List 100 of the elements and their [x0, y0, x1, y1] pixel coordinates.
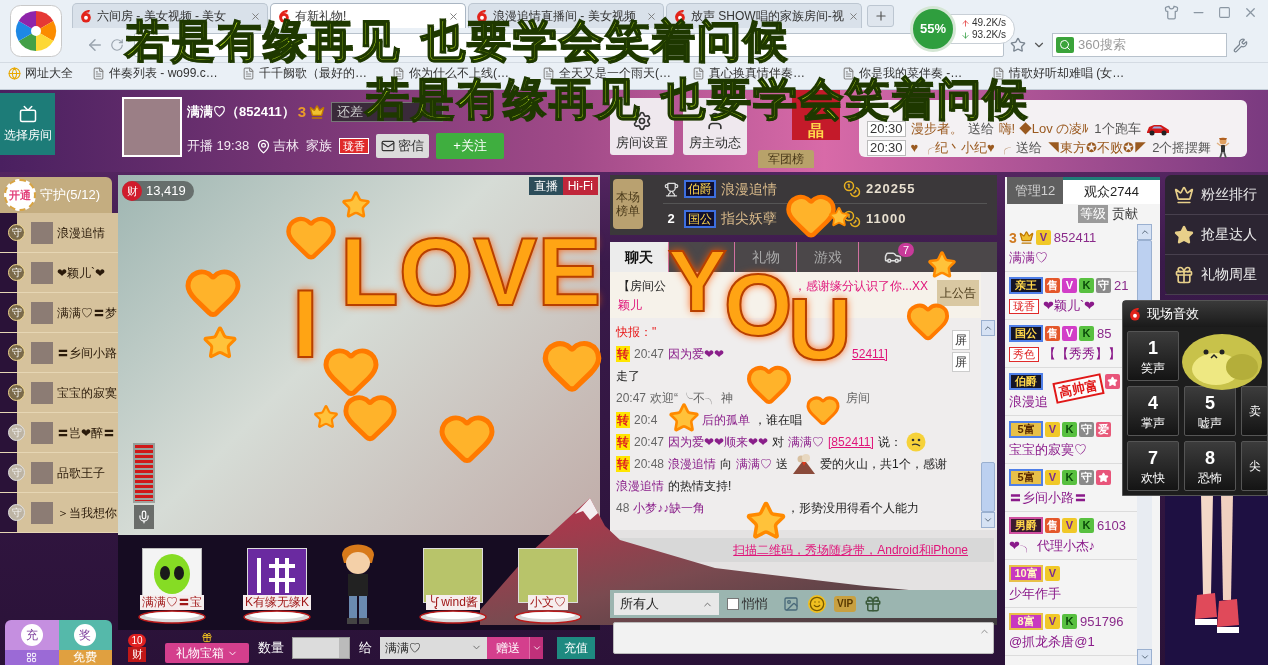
guard-name: 〓乡间小路	[57, 344, 117, 362]
whisper-caption: 悄悄	[742, 595, 768, 614]
timestamp: 48	[616, 500, 630, 517]
guard-mark-label: 守	[8, 264, 25, 281]
time-label: 20:30	[867, 140, 906, 156]
gift-owner-name: 小文♡	[528, 595, 568, 610]
quantity-caption: 数量	[258, 638, 284, 657]
timestamp: 20:47	[634, 434, 665, 451]
guard-mark-label: 守	[8, 224, 25, 241]
privilege-label: K	[1079, 518, 1094, 533]
guard-name: 满满♡〓梦	[57, 304, 117, 322]
wealth-count: 13,419	[146, 182, 186, 201]
privilege-label: 守	[1096, 278, 1111, 293]
ranking-name: 指尖妖孽	[721, 210, 777, 226]
love-effect-text: I	[292, 288, 319, 361]
user-id: 6103	[1097, 517, 1126, 534]
family-name-label: 珑香	[339, 138, 370, 154]
timestamp: 20:4	[634, 412, 658, 429]
host-level: 3	[297, 101, 306, 122]
usage-gauge: 55%	[910, 6, 956, 52]
guard-mark-label: 守	[8, 304, 25, 321]
user-id: 852411	[1053, 229, 1097, 246]
user-level: 3	[1009, 229, 1017, 246]
rank-title-label: 10富	[1009, 565, 1043, 582]
privilege-label: V	[1062, 326, 1077, 341]
gift-owner-name: 满满♡〓宝	[140, 595, 204, 610]
time-label: 20:30	[867, 121, 906, 137]
download-speed: 93.2K/s	[972, 29, 1006, 41]
rank-title-label: 国公	[1009, 325, 1043, 342]
privilege-label: K	[1079, 326, 1094, 341]
rank-title-label: 5富	[1009, 421, 1043, 438]
privilege-label: K	[1062, 422, 1077, 437]
count-label: 7	[898, 243, 914, 257]
sender-name: 漫步者。	[910, 121, 963, 137]
privilege-label: V	[1035, 230, 1051, 245]
guard-name: ❤颖儿`❤	[57, 264, 105, 282]
family-name-label: 秀色	[1009, 346, 1039, 362]
guard-title: 守护(5/12)	[40, 186, 100, 205]
noble-title-label: 伯爵	[684, 180, 716, 198]
gift-count: 1个跑车	[1094, 121, 1141, 137]
guard-mark-label: 守	[8, 344, 25, 361]
chat-text: ，形势没用得看个人能力	[787, 500, 920, 517]
system-text: 房间	[845, 390, 870, 407]
gift-owner-name: ╰ᶘ wind酱	[426, 595, 480, 610]
recipient-caption: 给	[359, 638, 372, 657]
receiver-name: ◥東方✪不败✪◤	[1047, 140, 1148, 156]
relay-label: 转	[616, 456, 630, 472]
love-effect-text: LOVE	[340, 236, 602, 309]
count-label: 10	[128, 633, 146, 647]
chat-text: 走了	[616, 368, 640, 385]
live-label: 直播	[528, 177, 563, 195]
ranking-name: 浪漫追情	[721, 180, 777, 197]
upload-speed: 49.2K/s	[972, 17, 1006, 29]
ranking-score: 11000	[866, 209, 907, 228]
chat-text: 的热情支持!	[668, 478, 732, 495]
rank-title-label: 亲王	[1009, 277, 1043, 294]
location-text: 吉林	[273, 137, 300, 156]
announcement-title: 【房间公	[618, 278, 666, 295]
guard-name: 浪漫追情	[57, 224, 105, 242]
guard-mark-label: 守	[8, 504, 25, 521]
privilege-label: 售	[1045, 278, 1060, 293]
gift-owner-name: K有缘无缘K	[243, 595, 311, 610]
privilege-label: 守	[1079, 422, 1094, 437]
privilege-label: K	[1079, 278, 1094, 293]
guard-name: 宝宝的寂寞	[57, 384, 117, 402]
guard-mark-label: 守	[8, 464, 25, 481]
news-flash-text: 快报："	[616, 324, 657, 341]
guard-name: 品歌王子	[57, 464, 105, 482]
privilege-label: 守	[1079, 470, 1094, 485]
family-name-label: 珑香	[1009, 298, 1039, 314]
chat-text: 爱的火山，共1个，感谢	[820, 456, 947, 473]
family-caption: 家族	[306, 137, 333, 156]
announcement-text: 颖儿	[618, 297, 642, 314]
privilege-label: V	[1045, 614, 1060, 629]
gift-verb: 送给	[967, 121, 994, 137]
user-id: 21	[1114, 277, 1129, 294]
privilege-label: K	[1062, 614, 1077, 629]
privilege-label: V	[1045, 422, 1060, 437]
guard-mark-label: 守	[8, 424, 25, 441]
privilege-label: K	[1062, 470, 1077, 485]
wealth-label: 财	[122, 181, 142, 201]
privilege-label: 爱	[1096, 422, 1111, 437]
user-id: 951796	[1080, 613, 1124, 630]
chat-text: 说：	[877, 434, 902, 451]
timestamp: 20:47	[634, 346, 665, 363]
ranking-label: 本场榜单	[613, 179, 643, 229]
relay-label: 转	[616, 346, 630, 362]
privilege-label: V	[1045, 470, 1060, 485]
sender-name: ♥ ╭纪丶小纪♥ ╭	[910, 140, 1012, 156]
relay-label: 转	[616, 434, 630, 450]
privilege-label: 售	[1045, 326, 1060, 341]
chat-text: ，谁在唱	[754, 412, 803, 429]
gift-verb: 送给	[1016, 140, 1043, 156]
wealth-label: 财	[128, 646, 146, 662]
privilege-label: V	[1045, 566, 1060, 581]
chat-text: 送	[776, 456, 789, 473]
broadcast-start-time: 开播 19:38	[187, 137, 250, 156]
privilege-label: V	[1062, 518, 1077, 533]
ranking-score: 220255	[866, 180, 916, 199]
receiver-name: 嗨! ◆Lov の凌ﾙ	[998, 121, 1090, 137]
